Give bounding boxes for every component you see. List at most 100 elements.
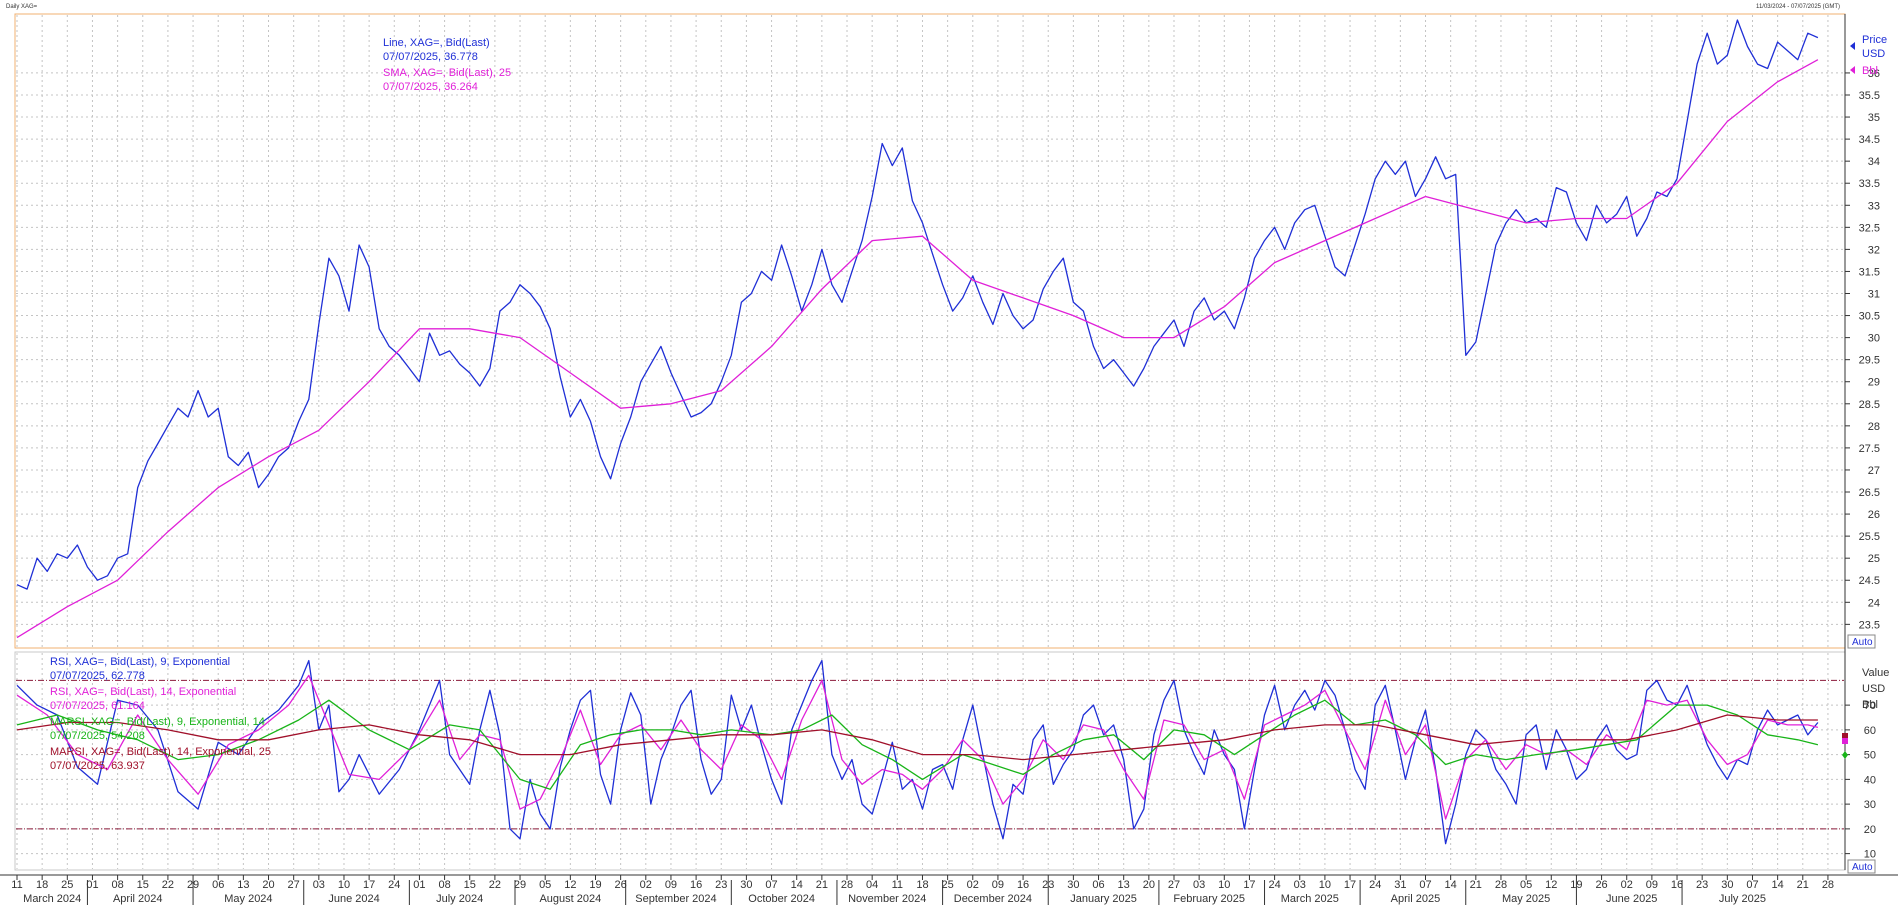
xtick-day-label: 11 <box>892 879 903 891</box>
xtick-day-label: 07 <box>765 879 777 891</box>
xtick-month-label: December 2024 <box>954 893 1032 905</box>
price-ytick-label: 29 <box>1868 377 1880 389</box>
price-series-1 <box>16 59 1819 639</box>
xtick-month-label: April 2024 <box>113 893 163 905</box>
xtick-day-label: 25 <box>61 879 73 891</box>
xtick-day-label: 09 <box>665 879 677 891</box>
price-ytick-label: 32.5 <box>1859 222 1880 234</box>
price-ytick-label: 32 <box>1868 244 1880 256</box>
xtick-day-label: 09 <box>1646 879 1658 891</box>
xtick-day-label: 25 <box>941 879 953 891</box>
price-axis-unit2: Bbl <box>1862 65 1878 77</box>
xtick-day-label: 17 <box>1243 879 1255 891</box>
xtick-day-label: 07 <box>1746 879 1758 891</box>
xtick-day-label: 14 <box>1445 879 1457 891</box>
xtick-day-label: 02 <box>640 879 652 891</box>
xtick-day-label: 27 <box>288 879 300 891</box>
xtick-day-label: 19 <box>589 879 601 891</box>
xtick-day-label: 07 <box>1419 879 1431 891</box>
indicator-series-2 <box>16 699 1819 790</box>
xtick-month-label: March 2025 <box>1281 893 1339 905</box>
xtick-day-label: 13 <box>1118 879 1130 891</box>
xtick-day-label: 16 <box>1671 879 1683 891</box>
xtick-day-label: 01 <box>86 879 98 891</box>
price-ytick-label: 26 <box>1868 509 1880 521</box>
xtick-day-label: 18 <box>36 879 48 891</box>
xtick-day-label: 14 <box>1772 879 1784 891</box>
marsi9-last-marker <box>1842 751 1848 759</box>
xtick-day-label: 09 <box>992 879 1004 891</box>
xtick-day-label: 30 <box>740 879 752 891</box>
price-ytick-label: 28.5 <box>1859 399 1880 411</box>
price-ytick-label: 29.5 <box>1859 355 1880 367</box>
price-ytick-label: 27.5 <box>1859 443 1880 455</box>
xtick-day-label: 02 <box>1621 879 1633 891</box>
x-ticks: 11 18 25 01 08 15 22 29 06 13 20 27 03 10 17 24 01 08 15 22… <box>11 875 1834 905</box>
xtick-day-label: 04 <box>866 879 878 891</box>
xtick-day-label: 27 <box>1168 879 1180 891</box>
price-ytick-label: 30.5 <box>1859 311 1880 323</box>
xtick-day-label: 21 <box>1470 879 1482 891</box>
xtick-day-label: 22 <box>489 879 501 891</box>
xtick-month-label: August 2024 <box>539 893 601 905</box>
chart-canvas[interactable]: 23.5 24 24.5 25 25.5 26 26.5 27 27.5 28 28.5 29 29.5… <box>0 0 1898 909</box>
xtick-day-label: 03 <box>1294 879 1306 891</box>
indicator-ytick-label: 10 <box>1864 849 1876 861</box>
line-last-marker <box>1850 42 1855 50</box>
xtick-day-label: 26 <box>615 879 627 891</box>
price-auto-button[interactable]: Auto <box>1847 634 1876 649</box>
xtick-month-label: November 2024 <box>848 893 926 905</box>
price-ytick-label: 24.5 <box>1859 575 1880 587</box>
indicator-ytick-label: 60 <box>1864 725 1876 737</box>
price-ytick-label: 35 <box>1868 112 1880 124</box>
price-ytick-label: 27 <box>1868 465 1880 477</box>
indicator-legend-value-3: 07/07/2025, 63.937 <box>50 760 145 772</box>
indicator-ytick-label: 50 <box>1864 750 1876 762</box>
indicator-legend-name-3: MARSI, XAG=, Bid(Last), 14, Exponential,… <box>50 746 271 758</box>
xtick-month-label: January 2025 <box>1070 893 1137 905</box>
xtick-day-label: 13 <box>237 879 249 891</box>
price-ytick-label: 31 <box>1868 289 1880 301</box>
xtick-month-label: September 2024 <box>635 893 716 905</box>
price-legend-name-1: SMA, XAG=, Bid(Last), 25 <box>383 67 511 79</box>
xtick-day-label: 05 <box>1520 879 1532 891</box>
xtick-day-label: 15 <box>137 879 149 891</box>
price-ytick-label: 25.5 <box>1859 531 1880 543</box>
svg-text:Auto: Auto <box>1852 862 1873 873</box>
xtick-day-label: 24 <box>1369 879 1381 891</box>
price-ytick-label: 33 <box>1868 200 1880 212</box>
xtick-month-label: June 2024 <box>328 893 379 905</box>
xtick-day-label: 20 <box>262 879 274 891</box>
price-ytick-label: 34 <box>1868 156 1880 168</box>
price-legend-value-0: 07/07/2025, 36.778 <box>383 51 478 63</box>
indicator-legend-value-1: 07/07/2025, 61.164 <box>50 700 145 712</box>
xtick-day-label: 06 <box>212 879 224 891</box>
xtick-day-label: 11 <box>11 879 22 891</box>
xtick-month-label: July 2025 <box>1719 893 1766 905</box>
indicator-ytick-label: 20 <box>1864 824 1876 836</box>
price-legend-name-0: Line, XAG=, Bid(Last) <box>383 37 490 49</box>
price-ytick-label: 28 <box>1868 421 1880 433</box>
indicator-series-0 <box>16 659 1819 845</box>
xtick-day-label: 23 <box>1696 879 1708 891</box>
rsi14-last-marker <box>1842 738 1848 744</box>
xtick-day-label: 26 <box>1595 879 1607 891</box>
xtick-day-label: 28 <box>1822 879 1834 891</box>
xtick-day-label: 12 <box>564 879 576 891</box>
price-ytick-label: 35.5 <box>1859 90 1880 102</box>
xtick-month-label: July 2024 <box>436 893 483 905</box>
xtick-day-label: 12 <box>1545 879 1557 891</box>
xtick-day-label: 06 <box>1092 879 1104 891</box>
price-ytick-label: 23.5 <box>1859 619 1880 631</box>
xtick-day-label: 31 <box>1394 879 1406 891</box>
series-group <box>16 19 1819 845</box>
y-ticks: 23.5 24 24.5 25 25.5 26 26.5 27 27.5 28 28.5 29 29.5… <box>1845 68 1880 861</box>
xtick-day-label: 05 <box>539 879 551 891</box>
xtick-day-label: 17 <box>1344 879 1356 891</box>
xtick-month-label: June 2025 <box>1606 893 1657 905</box>
xtick-day-label: 14 <box>791 879 803 891</box>
xtick-day-label: 24 <box>388 879 400 891</box>
indicator-auto-button[interactable]: Auto <box>1847 859 1876 874</box>
price-ytick-label: 25 <box>1868 553 1880 565</box>
sma-last-marker <box>1850 66 1855 74</box>
